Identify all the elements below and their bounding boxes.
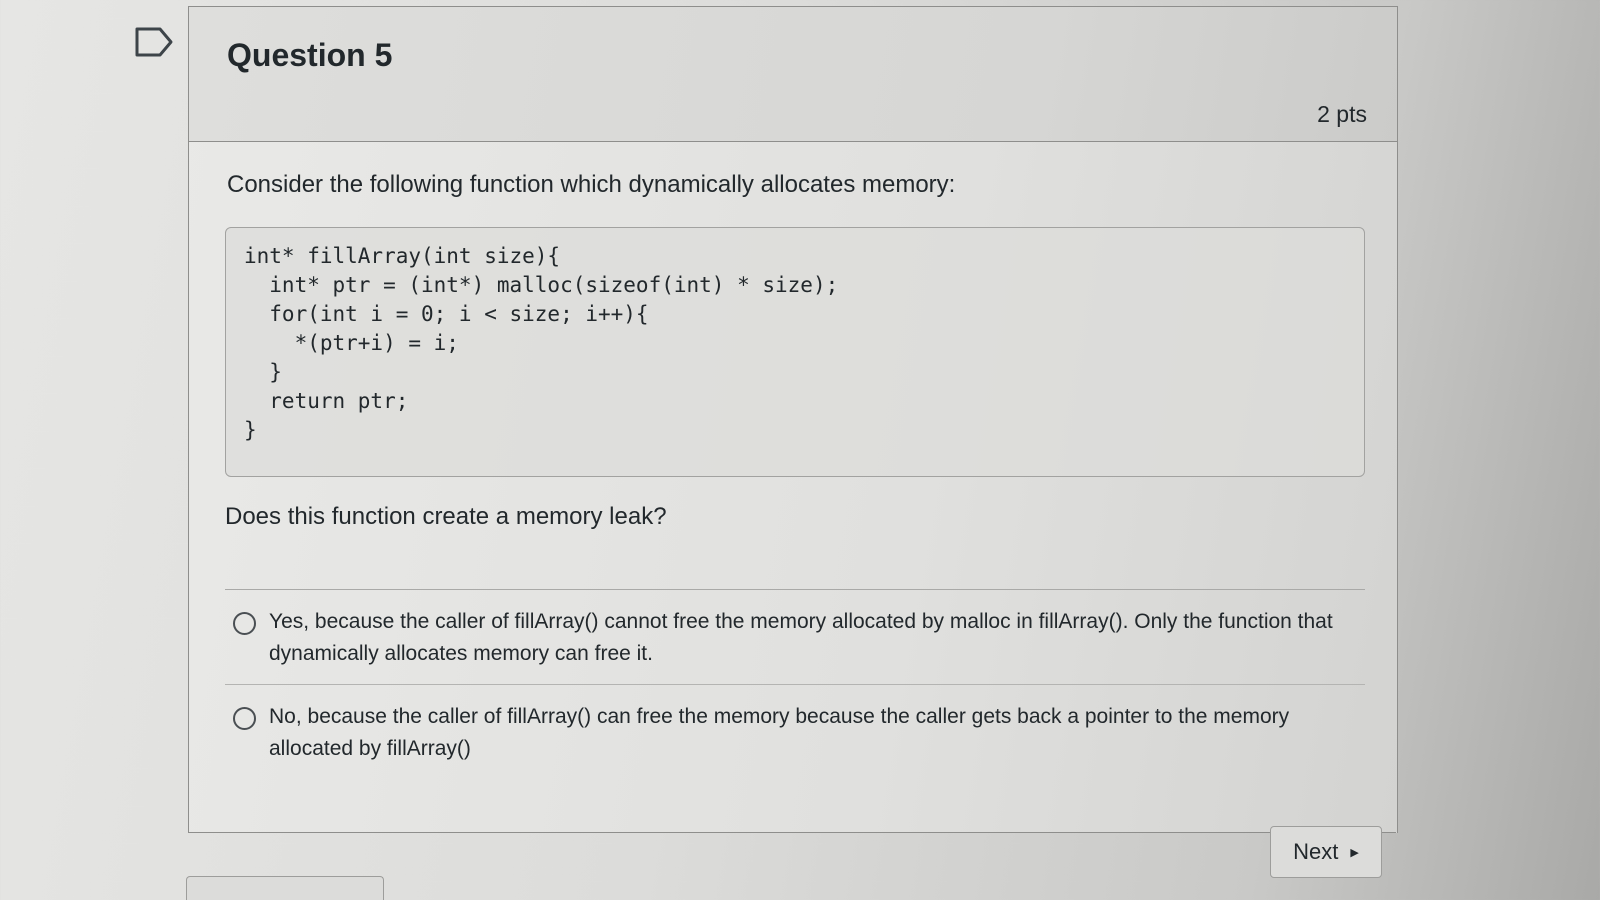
next-button[interactable]: Next ▶ [1270,826,1382,878]
radio-unchecked-icon[interactable] [233,612,256,635]
answer-option-yes[interactable]: Yes, because the caller of fillArray() c… [225,590,1365,685]
answer-label: No, because the caller of fillArray() ca… [269,705,1290,760]
next-button-label: Next [1293,839,1339,864]
card-bottom-border [188,832,1396,833]
answer-list: Yes, because the caller of fillArray() c… [225,589,1365,779]
flag-question-icon[interactable] [134,26,174,58]
question-prompt: Does this function create a memory leak? [225,503,667,530]
question-header: Question 5 2 pts [189,7,1397,142]
answer-option-no[interactable]: No, because the caller of fillArray() ca… [225,685,1365,779]
question-points: 2 pts [1317,101,1367,127]
code-snippet: int* fillArray(int size){ int* ptr = (in… [244,244,839,442]
code-block: int* fillArray(int size){ int* ptr = (in… [225,227,1365,477]
question-card: Question 5 2 pts Consider the following … [188,6,1398,833]
radio-unchecked-icon[interactable] [233,707,256,730]
answer-label: Yes, because the caller of fillArray() c… [269,610,1333,665]
question-text: Consider the following function which dy… [227,171,956,198]
triangle-right-icon: ▶ [1350,846,1359,859]
previous-button-partial[interactable] [186,876,384,900]
question-title: Question 5 [227,37,393,73]
